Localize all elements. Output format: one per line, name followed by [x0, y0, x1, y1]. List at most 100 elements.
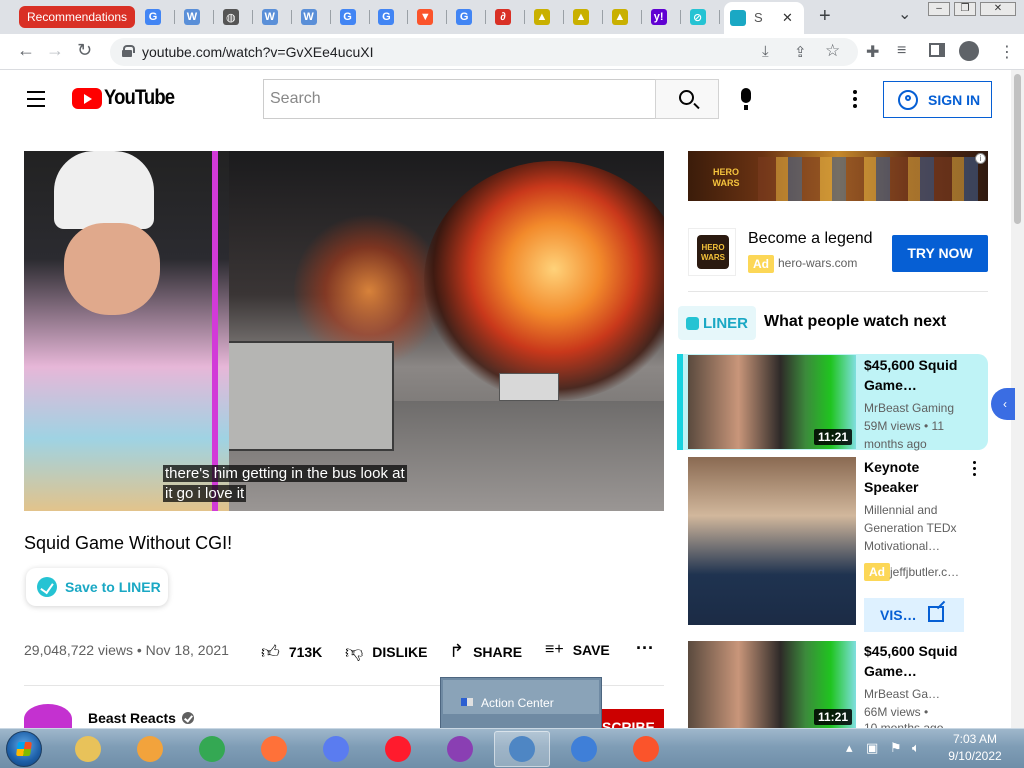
taskbar-chrome-button[interactable] [184, 731, 240, 767]
hero-wars-banner-ad[interactable]: HERO WARS [688, 151, 988, 201]
save-to-liner-button[interactable]: Save to LINER [26, 568, 168, 606]
rec-title[interactable]: $45,600 Squid Game… [864, 641, 976, 681]
try-now-button[interactable]: TRY NOW [892, 235, 988, 272]
search-input[interactable]: Search [263, 79, 656, 119]
minimize-button[interactable]: – [928, 2, 950, 16]
liner-logo-icon [686, 316, 699, 330]
browser-tab[interactable]: ⊘ [686, 6, 720, 28]
taskbar-firefox-button[interactable] [246, 731, 302, 767]
action-center-label: Action Center [481, 696, 554, 710]
video-title: Squid Game Without CGI! [24, 533, 233, 553]
network-icon[interactable]: ▣ [866, 740, 878, 756]
taskbar-media-player-button[interactable] [122, 731, 178, 767]
tab-favicon-icon: G [378, 9, 395, 25]
browser-tab[interactable]: G [336, 6, 370, 28]
playlist-add-icon: ≡+ [545, 641, 564, 658]
save-playlist-button[interactable]: ≡+ SAVE [545, 641, 610, 659]
new-tab-button[interactable]: + [819, 6, 831, 26]
channel-name[interactable]: Beast Reacts [88, 710, 194, 726]
tab-search-chevron-icon[interactable]: ⌄ [898, 6, 911, 24]
browser-tab[interactable]: G [452, 6, 487, 28]
search-button[interactable] [655, 79, 719, 119]
browser-tab[interactable]: G [141, 6, 175, 28]
visit-site-button[interactable]: VIS… [864, 598, 964, 632]
rec-thumbnail[interactable]: 11:21 [688, 355, 856, 449]
settings-kebab-icon[interactable] [853, 90, 857, 111]
scrollbar-thumb[interactable] [1014, 74, 1021, 224]
tab-favicon-icon: G [145, 9, 161, 25]
reload-icon[interactable]: ↻ [77, 40, 92, 61]
browser-tab[interactable]: G [374, 6, 409, 28]
tab-separator [407, 10, 409, 24]
share-button[interactable]: ↱ SHARE [449, 641, 522, 662]
ad-title[interactable]: Become a legend [748, 230, 873, 248]
youtube-wordmark[interactable]: YouTube [104, 86, 175, 110]
media-queue-icon[interactable]: ≡ [897, 42, 906, 60]
rec-more-icon[interactable] [973, 461, 977, 479]
subscribe-button[interactable]: SCRIBE [598, 709, 664, 729]
system-clock[interactable]: 7:03 AM 9/10/2022 [940, 731, 1010, 765]
hero-wars-ad-icon[interactable]: HERO WARS [688, 228, 736, 276]
browser-tab[interactable]: ◍ [219, 6, 253, 28]
video-player[interactable]: there's him getting in the bus look at i… [24, 151, 664, 511]
browser-tab[interactable]: W [258, 6, 292, 28]
browser-tab[interactable]: ▲ [569, 6, 603, 28]
video-van [499, 373, 559, 401]
share-page-icon[interactable]: ⇪ [794, 43, 807, 61]
browser-tab[interactable]: W [180, 6, 214, 28]
maximize-button[interactable]: ❐ [954, 2, 976, 16]
guide-menu-icon[interactable] [27, 91, 45, 112]
extensions-puzzle-icon[interactable]: ✚ [866, 42, 879, 62]
back-arrow-icon[interactable]: ← [17, 40, 35, 61]
browser-tab[interactable]: ▲ [608, 6, 642, 28]
show-hidden-icons-icon[interactable]: ▴ [846, 740, 853, 756]
rec-thumbnail[interactable] [688, 457, 856, 625]
taskbar-opera-button[interactable] [370, 731, 426, 767]
install-app-icon[interactable]: ⤓ [762, 43, 769, 60]
youtube-logo-icon[interactable] [72, 88, 102, 109]
sign-in-button[interactable]: SIGN IN [883, 81, 992, 118]
taskbar-control-panel-button[interactable] [494, 731, 550, 767]
omnibox[interactable]: youtube.com/watch?v=GvXEe4ucuXI [110, 38, 858, 66]
url-text[interactable]: youtube.com/watch?v=GvXEe4ucuXI [142, 44, 374, 60]
tab-favicon-icon: G [339, 9, 356, 25]
browser-tab[interactable]: W [297, 6, 331, 28]
profile-avatar-icon[interactable] [959, 41, 979, 61]
browser-tab[interactable]: ▲ [530, 6, 564, 28]
action-center-flag-tray-icon[interactable]: ⚑ [890, 740, 902, 756]
voice-search-mic-icon[interactable] [741, 88, 751, 110]
browser-menu-icon[interactable]: ⋮ [999, 42, 1015, 62]
taskbar-winrar-button[interactable] [432, 731, 488, 767]
rec-title[interactable]: Keynote Speaker [864, 457, 976, 497]
tab-group-recommendations[interactable]: Recommendations [19, 6, 136, 28]
browser-tab[interactable]: ▼ [413, 6, 448, 28]
browser-tab-strip: Recommendations G W ◍ W W G G ▼ G ∂ ▲ ▲ ▲ y! ⊘ S ✕ + ⌄… [0, 0, 1024, 34]
side-panel-icon[interactable] [929, 43, 945, 57]
more-actions-icon[interactable]: ··· [636, 638, 654, 659]
start-button-icon[interactable] [6, 731, 42, 767]
tab-close-icon[interactable]: ✕ [782, 10, 793, 26]
forward-arrow-icon[interactable]: → [46, 40, 64, 61]
bookmark-star-icon[interactable]: ☆ [825, 41, 840, 61]
tab-separator [174, 10, 175, 24]
browser-tab[interactable]: y! [647, 6, 681, 28]
rec-channel[interactable]: MrBeast Gaming [864, 399, 982, 417]
like-button[interactable]: 👍︎ 713K [261, 641, 322, 663]
liner-panel-toggle-icon[interactable]: ‹ [991, 388, 1015, 420]
taskbar-brave-button[interactable] [618, 731, 674, 767]
tab-favicon-icon: ⊘ [689, 9, 706, 25]
ad-domain: hero-wars.com [778, 256, 858, 270]
volume-icon[interactable]: 🔈︎ [912, 740, 920, 756]
close-window-button[interactable]: ✕ [980, 2, 1016, 16]
rec-thumbnail[interactable]: 11:21 [688, 641, 856, 729]
tab-active[interactable]: S ✕ [724, 2, 804, 34]
ad-info-icon[interactable]: i [975, 153, 986, 164]
browser-tab[interactable]: ∂ [491, 6, 526, 28]
taskbar-qbittorrent-button[interactable] [556, 731, 612, 767]
taskbar-explorer-button[interactable] [60, 731, 116, 767]
rec-channel[interactable]: MrBeast Ga… [864, 685, 944, 703]
taskbar-chromium-avast-button[interactable] [308, 731, 364, 767]
dislike-button[interactable]: 👎︎ DISLIKE [345, 641, 428, 663]
rec-title[interactable]: $45,600 Squid Game… [864, 355, 976, 395]
liner-brand-badge[interactable]: LINER [678, 306, 756, 340]
